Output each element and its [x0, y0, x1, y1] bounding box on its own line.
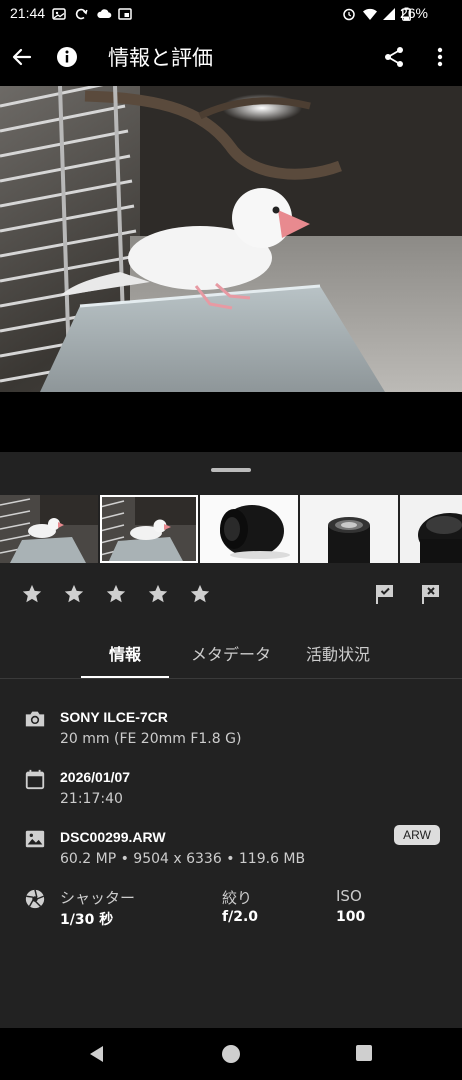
rating-star-1[interactable]: [21, 583, 43, 605]
tab-divider: [0, 678, 462, 679]
file-type-badge: ARW: [394, 825, 440, 845]
rating-star-5[interactable]: [189, 583, 211, 605]
thumbnail[interactable]: [0, 495, 98, 563]
main-photo[interactable]: [0, 86, 462, 392]
iso-value: 100: [336, 909, 366, 925]
alarm-icon: [342, 6, 356, 21]
capture-time: 21:17:40: [60, 791, 123, 807]
tab-activity[interactable]: 活動状況: [294, 641, 382, 665]
more-vert-icon[interactable]: [430, 45, 450, 69]
aperture-label: 絞り: [222, 889, 253, 907]
tab-metadata[interactable]: メタデータ: [180, 641, 282, 665]
tab-info[interactable]: 情報: [81, 641, 169, 665]
page-title: 情報と評価: [108, 46, 213, 70]
wifi-icon: [362, 6, 377, 20]
thumbnail[interactable]: [200, 495, 298, 563]
nav-recents-icon[interactable]: [356, 1045, 372, 1061]
flag-reject-icon[interactable]: [419, 582, 443, 606]
nav-back-icon[interactable]: [88, 1045, 106, 1063]
lens-info: 20 mm (FE 20mm F1.8 G): [60, 731, 242, 747]
system-nav-bar: [0, 1028, 462, 1080]
aperture-icon: [24, 888, 46, 910]
aperture-value: f/2.0: [222, 909, 259, 925]
status-bar: 21:44 26%: [0, 0, 462, 28]
nav-home-icon[interactable]: [222, 1045, 240, 1063]
cast-icon: [118, 6, 132, 20]
info-icon[interactable]: [55, 45, 79, 69]
sync-icon: [74, 6, 88, 20]
shutter-value: 1/30 秒: [60, 912, 114, 928]
share-icon[interactable]: [382, 45, 406, 69]
file-name: DSC00299.ARW: [60, 829, 166, 845]
notification-icons: [52, 6, 132, 20]
rating-star-2[interactable]: [63, 583, 85, 605]
photo-notification-icon: [52, 6, 66, 20]
camera-model: SONY ILCE-7CR: [60, 709, 168, 725]
flag-pick-icon[interactable]: [373, 582, 397, 606]
status-time: 21:44: [10, 5, 46, 21]
calendar-icon: [24, 768, 46, 790]
iso-label: ISO: [336, 887, 362, 905]
thumbnail[interactable]: [300, 495, 398, 563]
info-sheet: 情報 メタデータ 活動状況 SONY ILCE-7CR 20 mm (FE 20…: [0, 452, 462, 1028]
rating-star-4[interactable]: [147, 583, 169, 605]
shutter-label: シャッター: [60, 889, 136, 907]
camera-icon: [24, 708, 46, 730]
thumbnail-selected[interactable]: [100, 495, 198, 563]
back-arrow-icon[interactable]: [10, 45, 34, 69]
thumbnail[interactable]: [400, 495, 462, 563]
file-details: 60.2 MP • 9504 x 6336 • 119.6 MB: [60, 851, 306, 867]
filmstrip[interactable]: [0, 495, 462, 563]
app-bar: 情報と評価: [0, 28, 462, 86]
drag-handle[interactable]: [211, 468, 251, 472]
cloud-icon: [96, 6, 112, 20]
rating-star-3[interactable]: [105, 583, 127, 605]
battery-percent: 26%: [399, 5, 428, 21]
capture-date: 2026/01/07: [60, 769, 131, 785]
signal-icon: [382, 6, 396, 20]
image-icon: [24, 828, 46, 850]
